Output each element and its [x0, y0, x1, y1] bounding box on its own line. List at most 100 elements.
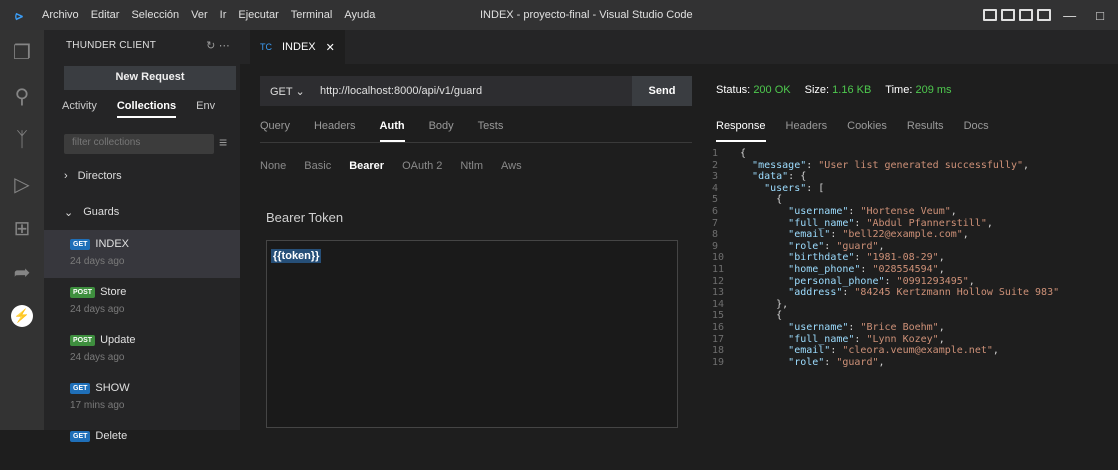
- code-text: },: [740, 298, 789, 310]
- code-text: {: [740, 310, 783, 322]
- folder-directors[interactable]: › Directors: [44, 158, 240, 194]
- request-item[interactable]: GET Delete: [44, 422, 240, 470]
- auth-bearer[interactable]: Bearer: [349, 160, 384, 172]
- size-value: 1.16 KB: [832, 84, 872, 96]
- request-pane: GET ⌄ http://localhost:8000/api/v1/guard…: [240, 64, 702, 430]
- activity-bar: ❐ ⚲ ᛉ ▷ ⊞ ➦ ⚡: [0, 30, 44, 430]
- code-text: "full_name": "Abdul Pfannerstill",: [788, 217, 993, 229]
- chevron-down-icon: ⌄: [64, 206, 74, 219]
- menu-archivo[interactable]: Archivo: [36, 0, 85, 30]
- run-debug-icon[interactable]: ▷: [0, 162, 44, 206]
- sidebar-header: THUNDER CLIENT ↻ ⋯: [44, 30, 240, 60]
- code-line: 11 "home_phone": "028554594",: [712, 264, 1118, 276]
- size-label: Size:: [804, 84, 830, 96]
- auth-none[interactable]: None: [260, 160, 286, 172]
- menu-terminal[interactable]: Terminal: [285, 0, 339, 30]
- customize-layout-icon[interactable]: [1037, 9, 1052, 21]
- auth-oauth2[interactable]: OAuth 2: [402, 160, 442, 172]
- tab-env[interactable]: Env: [196, 96, 215, 118]
- code-text: "birthdate": "1981-08-29",: [788, 252, 945, 264]
- tab-activity[interactable]: Activity: [62, 96, 97, 118]
- code-line: 10 "birthdate": "1981-08-29",: [712, 252, 1118, 264]
- request-name: Delete: [95, 430, 128, 442]
- method-select[interactable]: GET ⌄: [260, 85, 320, 98]
- toggle-panel-icon[interactable]: [1001, 9, 1016, 21]
- tab-tests[interactable]: Tests: [478, 120, 504, 142]
- line-number: 11: [712, 263, 725, 275]
- line-number: 18: [712, 345, 725, 357]
- editor-area: TC INDEX ✕ GET ⌄ http://localhost:8000/a…: [240, 30, 1118, 430]
- tab-response-headers[interactable]: Headers: [786, 120, 828, 142]
- bearer-token-label: Bearer Token: [266, 210, 344, 225]
- sidebar-tools-icon[interactable]: ↻ ⋯: [206, 39, 230, 52]
- line-number: 14: [712, 298, 725, 310]
- code-text: "role": "guard",: [788, 356, 885, 368]
- code-text: "email": "cleora.veum@example.net",: [788, 345, 999, 357]
- send-button[interactable]: Send: [632, 76, 692, 106]
- request-item[interactable]: GET SHOW 17 mins ago: [44, 374, 240, 422]
- method-value: GET: [270, 85, 293, 98]
- extensions-icon[interactable]: ⊞: [0, 206, 44, 250]
- folder-guards[interactable]: ⌄ Guards: [44, 194, 240, 230]
- method-badge: POST: [70, 286, 96, 298]
- tab-headers[interactable]: Headers: [314, 120, 356, 142]
- filter-collections-input[interactable]: filter collections: [64, 134, 214, 154]
- request-tabs: Query Headers Auth Body Tests: [260, 120, 503, 142]
- remote-icon[interactable]: ➦: [0, 250, 44, 294]
- new-request-button[interactable]: New Request: [64, 66, 236, 90]
- menu-ir[interactable]: Ir: [214, 0, 233, 30]
- toggle-secondary-sidebar-icon[interactable]: [1019, 9, 1034, 21]
- code-text: {: [740, 148, 747, 159]
- menu-seleccion[interactable]: Selección: [125, 0, 185, 30]
- method-badge: GET: [70, 238, 91, 250]
- menu-ver[interactable]: Ver: [185, 0, 214, 30]
- auth-ntlm[interactable]: Ntlm: [460, 160, 483, 172]
- tab-auth[interactable]: Auth: [379, 120, 405, 142]
- maximize-icon[interactable]: □: [1088, 8, 1112, 23]
- request-item[interactable]: POST Store 24 days ago: [44, 278, 240, 326]
- line-number: 5: [712, 194, 719, 206]
- tab-collections[interactable]: Collections: [116, 96, 177, 118]
- url-input[interactable]: http://localhost:8000/api/v1/guard: [320, 85, 632, 97]
- tab-query[interactable]: Query: [260, 120, 290, 142]
- source-control-icon[interactable]: ᛉ: [0, 118, 44, 162]
- code-text: "role": "guard",: [788, 240, 885, 252]
- menu-icon[interactable]: ≡: [219, 134, 227, 150]
- request-name: Store: [100, 286, 127, 298]
- response-pane: Status: 200 OK Size: 1.16 KB Time: 209 m…: [706, 64, 1118, 430]
- code-text: "message": "User list generated successf…: [752, 159, 1030, 171]
- search-icon[interactable]: ⚲: [0, 74, 44, 118]
- request-time: 24 days ago: [70, 304, 125, 315]
- auth-type-tabs: None Basic Bearer OAuth 2 Ntlm Aws: [260, 160, 522, 172]
- tab-response[interactable]: Response: [716, 120, 766, 142]
- request-name: SHOW: [95, 382, 130, 394]
- bearer-token-input[interactable]: {{token}}: [266, 240, 678, 428]
- toggle-sidebar-icon[interactable]: [983, 9, 998, 21]
- minimize-icon[interactable]: —: [1055, 8, 1084, 23]
- status-label: Status:: [716, 84, 751, 96]
- menu-ayuda[interactable]: Ayuda: [338, 0, 381, 30]
- auth-basic[interactable]: Basic: [304, 160, 331, 172]
- close-icon[interactable]: ✕: [326, 41, 335, 54]
- line-number: 6: [712, 205, 719, 217]
- tab-cookies[interactable]: Cookies: [847, 120, 887, 142]
- code-line: 3 "data": {: [712, 171, 1118, 183]
- explorer-icon[interactable]: ❐: [0, 30, 44, 74]
- tab-index[interactable]: TC INDEX ✕: [250, 30, 345, 64]
- auth-aws[interactable]: Aws: [501, 160, 522, 172]
- collections-tree: › Directors ⌄ Guards GET INDEX 24 days a…: [44, 158, 240, 470]
- code-text: "personal_phone": "0991293495",: [788, 275, 975, 287]
- tab-body[interactable]: Body: [429, 120, 454, 142]
- code-line: 7 "full_name": "Abdul Pfannerstill",: [712, 218, 1118, 230]
- line-number: 13: [712, 287, 725, 299]
- request-item[interactable]: POST Update 24 days ago: [44, 326, 240, 374]
- menu-ejecutar[interactable]: Ejecutar: [232, 0, 284, 30]
- code-text: "users": [: [764, 182, 825, 194]
- tab-results[interactable]: Results: [907, 120, 944, 142]
- menu-editar[interactable]: Editar: [85, 0, 126, 30]
- method-badge: GET: [70, 382, 91, 394]
- request-item[interactable]: GET INDEX 24 days ago: [44, 230, 240, 278]
- thunder-client-icon[interactable]: ⚡: [0, 294, 44, 338]
- tab-docs[interactable]: Docs: [964, 120, 989, 142]
- divider: [260, 142, 692, 143]
